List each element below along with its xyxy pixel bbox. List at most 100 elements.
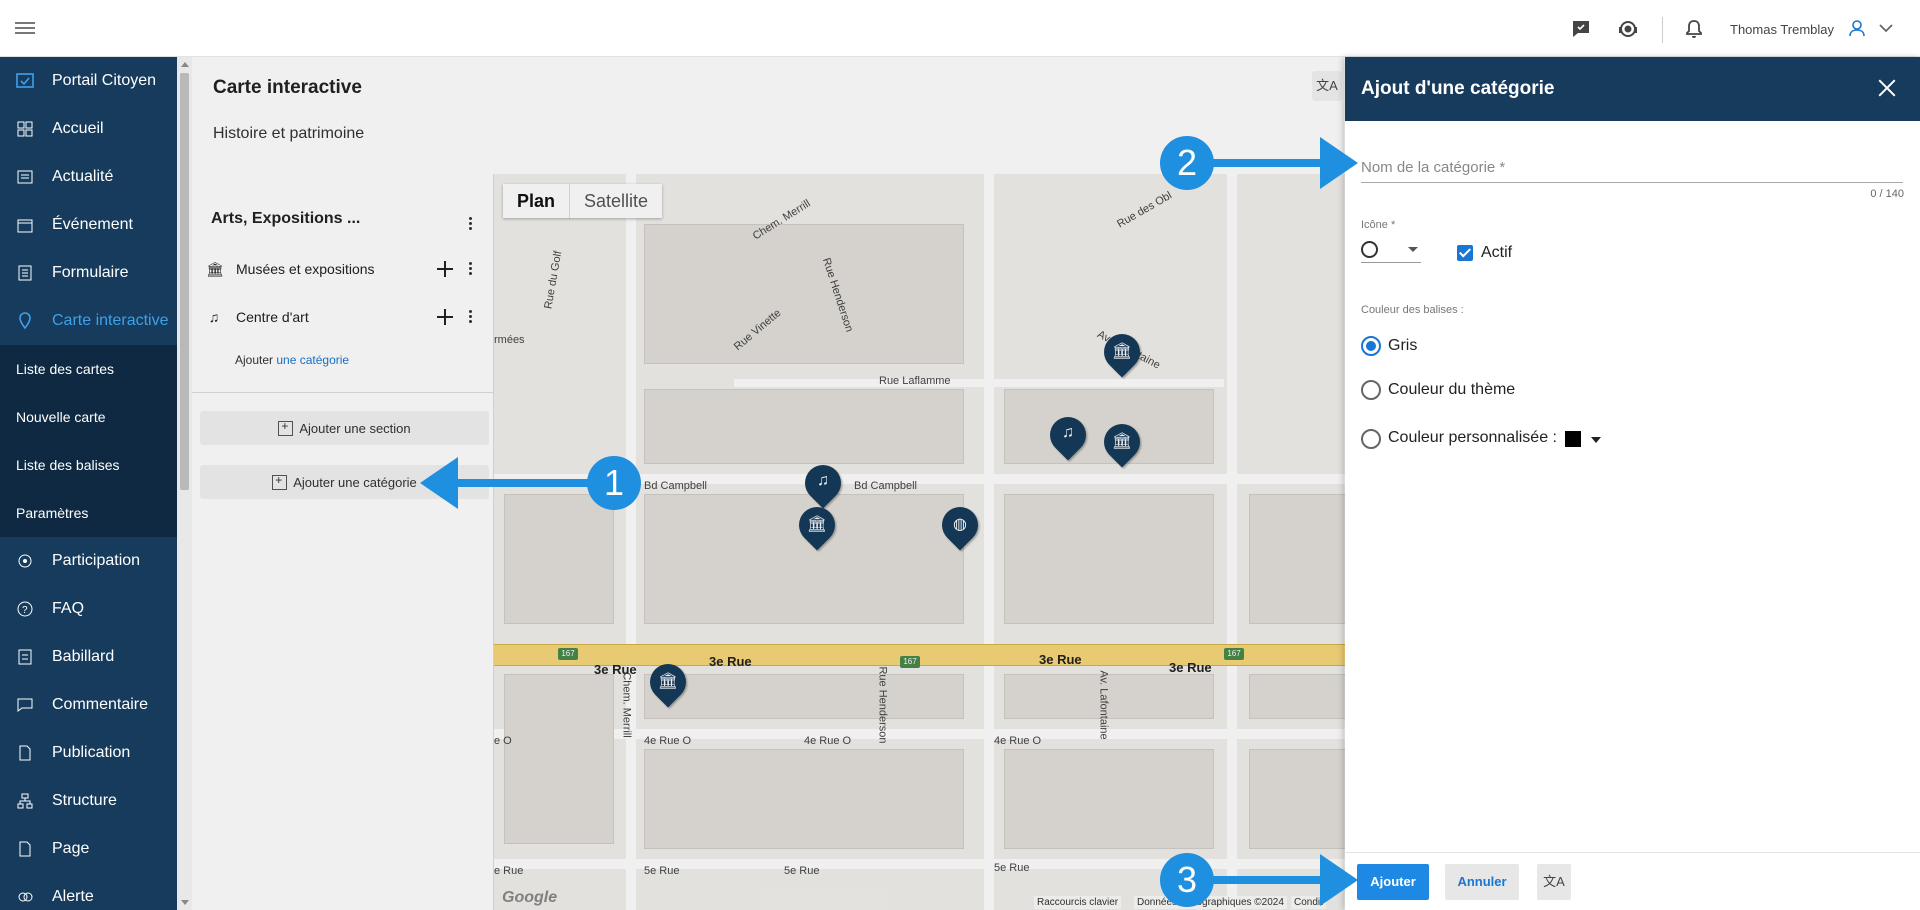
chevron-down-icon[interactable] bbox=[1876, 18, 1900, 42]
music-note-icon: ♫ bbox=[817, 472, 829, 489]
category-menu-icon[interactable] bbox=[469, 310, 473, 324]
sidebar-item-label: Actualité bbox=[52, 168, 114, 185]
add-category-link[interactable]: une catégorie bbox=[276, 353, 349, 367]
street-label: 5e Rue bbox=[994, 862, 1030, 874]
map-marker[interactable]: ◍ bbox=[934, 499, 986, 553]
map-road bbox=[626, 174, 636, 910]
support-agent-icon[interactable] bbox=[1617, 18, 1641, 42]
svg-text:?: ? bbox=[22, 605, 28, 616]
icon-select[interactable] bbox=[1361, 239, 1421, 263]
sidebar-item-formulaire[interactable]: Formulaire bbox=[0, 249, 177, 297]
radio-label: Gris bbox=[1388, 337, 1418, 354]
street-label: Chem. Merrill bbox=[620, 672, 633, 738]
top-bar: Thomas Tremblay bbox=[0, 0, 1920, 57]
route-shield: 167 bbox=[1224, 648, 1244, 660]
sidebar-item-faq[interactable]: ? FAQ bbox=[0, 585, 177, 633]
bell-icon[interactable] bbox=[1683, 18, 1707, 42]
radio-gris[interactable] bbox=[1361, 336, 1381, 356]
close-icon[interactable] bbox=[1878, 79, 1896, 97]
map-road bbox=[984, 174, 994, 910]
keyboard-shortcuts-link[interactable]: Raccourcis clavier bbox=[1034, 896, 1122, 909]
sidebar-item-page[interactable]: Page bbox=[0, 825, 177, 873]
translate-icon[interactable]: 文A bbox=[1537, 864, 1571, 900]
sidebar-item-label: Carte interactive bbox=[52, 312, 169, 329]
dropdown-arrow-icon bbox=[1408, 247, 1418, 252]
sidebar-item-actualite[interactable]: Actualité bbox=[0, 153, 177, 201]
sidebar-item-structure[interactable]: Structure bbox=[0, 777, 177, 825]
map-marker[interactable]: 🏛 bbox=[1096, 326, 1148, 380]
add-button[interactable]: Ajouter bbox=[1357, 864, 1429, 900]
add-marker-icon[interactable] bbox=[437, 261, 453, 277]
sidebar-sub-liste-cartes[interactable]: Liste des cartes bbox=[0, 345, 177, 393]
map-marker[interactable]: 🏛 bbox=[791, 499, 843, 553]
sidebar-sub-liste-balises[interactable]: Liste des balises bbox=[0, 441, 177, 489]
scroll-thumb[interactable] bbox=[180, 73, 189, 490]
dialog-header: Ajout d'une catégorie bbox=[1345, 57, 1920, 121]
category-item[interactable]: 🏛 Musées et expositions bbox=[206, 254, 375, 284]
sidebar-sub-parametres[interactable]: Paramètres bbox=[0, 489, 177, 537]
sidebar-item-babillard[interactable]: Babillard bbox=[0, 633, 177, 681]
feedback-icon[interactable] bbox=[1570, 18, 1594, 42]
add-section-label: Ajouter une section bbox=[299, 420, 411, 436]
category-name-input[interactable] bbox=[1361, 153, 1903, 181]
street-label: rmées bbox=[494, 334, 525, 346]
map-block bbox=[1004, 494, 1214, 624]
sidebar-item-alerte[interactable]: Alerte bbox=[0, 873, 177, 910]
map-marker[interactable]: 🏛 bbox=[642, 656, 694, 710]
map-marker[interactable]: 🏛 bbox=[1096, 416, 1148, 470]
street-label: 3e Rue bbox=[1039, 652, 1082, 667]
museum-icon: 🏛 bbox=[657, 673, 679, 690]
sidebar-item-label: Alerte bbox=[52, 888, 94, 905]
color-dropdown-icon[interactable] bbox=[1591, 437, 1601, 443]
sidebar-item-accueil[interactable]: Accueil bbox=[0, 105, 177, 153]
sidebar-item-commentaire[interactable]: Commentaire bbox=[0, 681, 177, 729]
user-name[interactable]: Thomas Tremblay bbox=[1730, 22, 1834, 37]
scroll-down-arrow[interactable] bbox=[181, 900, 189, 905]
sidebar-item-evenement[interactable]: Événement bbox=[0, 201, 177, 249]
street-label: e O bbox=[494, 735, 512, 747]
sidebar-submenu: Liste des cartes Nouvelle carte Liste de… bbox=[0, 345, 177, 537]
news-icon bbox=[16, 168, 34, 186]
map-plan-button[interactable]: Plan bbox=[503, 184, 569, 218]
user-icon[interactable] bbox=[1847, 18, 1871, 42]
add-marker-icon[interactable] bbox=[437, 309, 453, 325]
alert-icon bbox=[16, 888, 34, 906]
map-type-toggle: Plan Satellite bbox=[503, 184, 663, 218]
category-menu-icon[interactable] bbox=[469, 262, 473, 276]
sidebar-item-portail[interactable]: Portail Citoyen bbox=[0, 57, 177, 105]
color-swatch[interactable] bbox=[1565, 431, 1581, 447]
active-label: Actif bbox=[1481, 244, 1513, 261]
menu-icon[interactable] bbox=[15, 19, 35, 39]
scroll-up-arrow[interactable] bbox=[181, 62, 189, 67]
sidebar-item-carte-interactive[interactable]: Carte interactive bbox=[0, 297, 177, 345]
icon-label: Icône * bbox=[1361, 219, 1396, 231]
participation-icon bbox=[16, 552, 34, 570]
circle-icon bbox=[1361, 241, 1378, 258]
sidebar-scrollbar[interactable] bbox=[177, 57, 192, 910]
add-box-icon bbox=[272, 473, 288, 490]
map-block bbox=[644, 389, 964, 464]
sidebar-item-participation[interactable]: Participation bbox=[0, 537, 177, 585]
map-satellite-button[interactable]: Satellite bbox=[569, 184, 662, 218]
category-item[interactable]: ♫ Centre d'art bbox=[206, 302, 309, 332]
cancel-button[interactable]: Annuler bbox=[1445, 864, 1519, 900]
map-road bbox=[734, 379, 1224, 387]
sidebar-sub-nouvelle-carte[interactable]: Nouvelle carte bbox=[0, 393, 177, 441]
radio-label: Couleur personnalisée : bbox=[1388, 429, 1557, 446]
radio-theme-color[interactable] bbox=[1361, 380, 1381, 400]
museum-icon: 🏛 bbox=[206, 260, 224, 277]
map-marker[interactable]: ♫ bbox=[1042, 409, 1094, 463]
dialog-footer: Ajouter Annuler 文A bbox=[1345, 852, 1920, 910]
map-block bbox=[644, 224, 964, 364]
map-marker[interactable]: ♫ bbox=[797, 457, 849, 511]
sidebar-item-label: Publication bbox=[52, 744, 131, 761]
category-label: Musées et expositions bbox=[236, 261, 375, 277]
sidebar-item-label: Participation bbox=[52, 552, 141, 569]
section-menu-icon[interactable] bbox=[469, 217, 473, 231]
translate-icon[interactable]: 文A bbox=[1312, 71, 1342, 101]
add-section-button[interactable]: Ajouter une section bbox=[200, 411, 489, 445]
radio-custom-color[interactable] bbox=[1361, 429, 1381, 449]
active-checkbox[interactable] bbox=[1457, 245, 1473, 261]
sidebar-item-publication[interactable]: Publication bbox=[0, 729, 177, 777]
page-title: Carte interactive bbox=[213, 77, 362, 98]
